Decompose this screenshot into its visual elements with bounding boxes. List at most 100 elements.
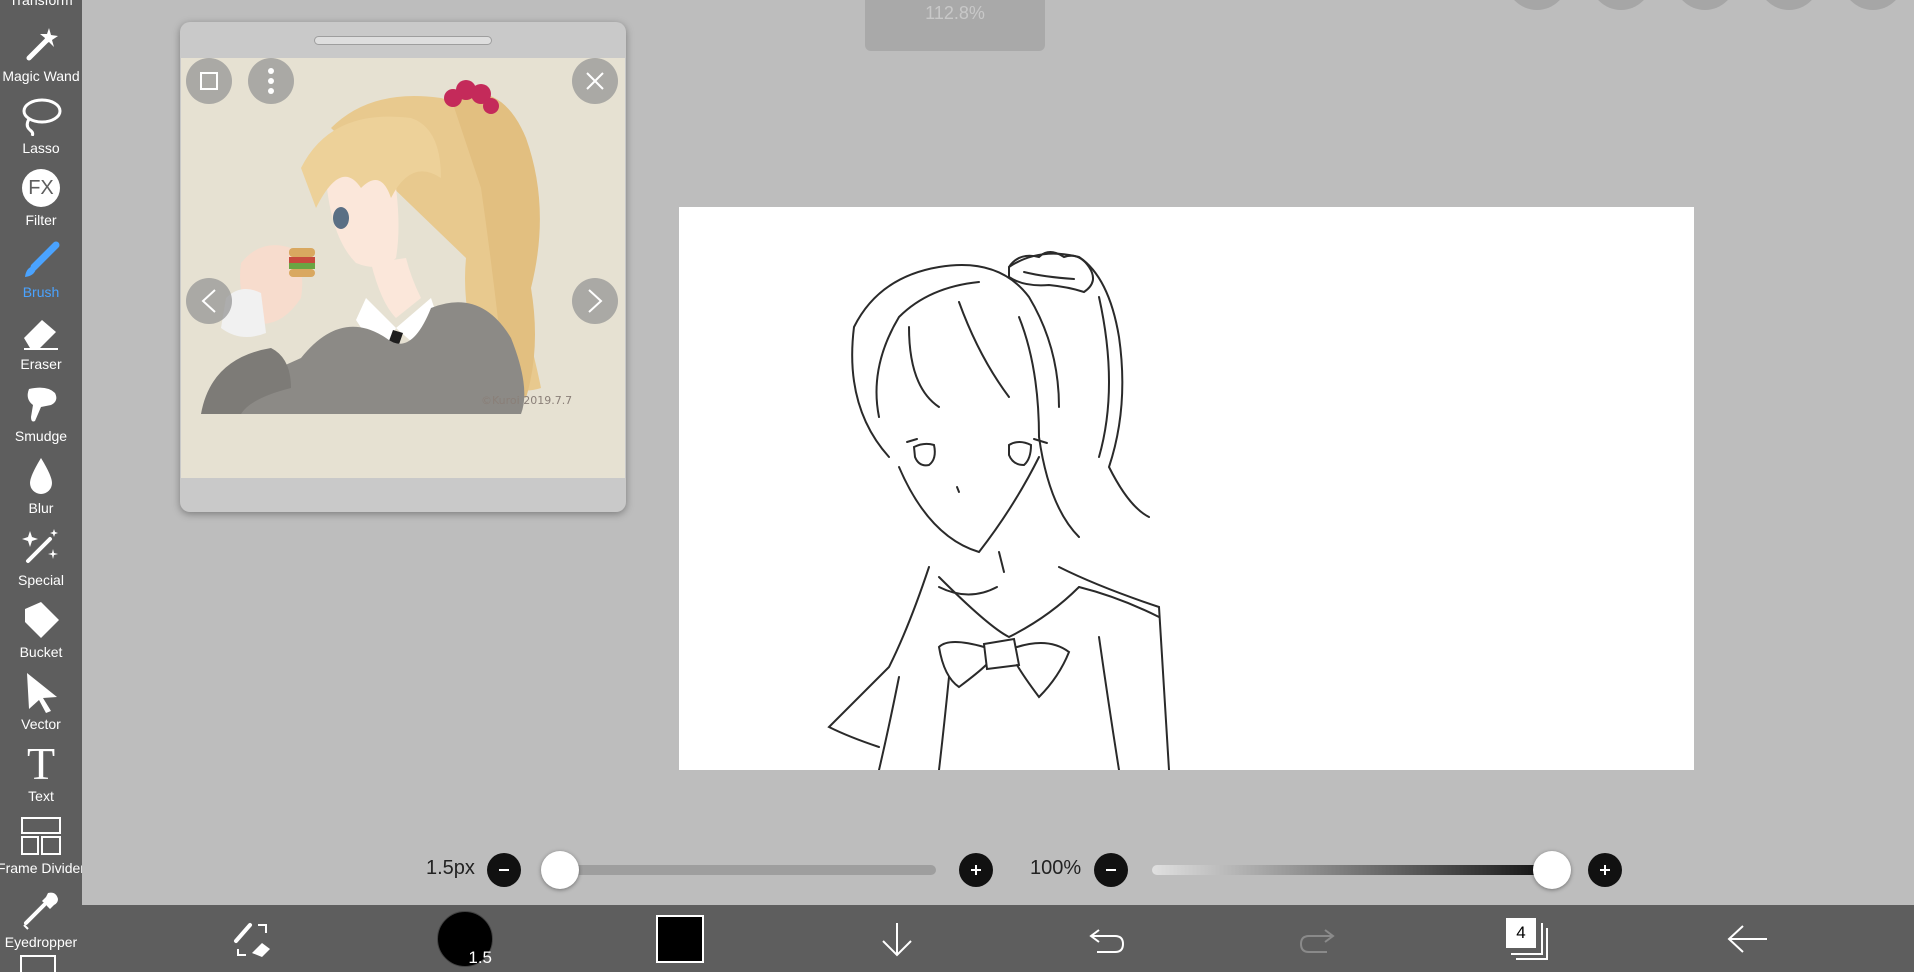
- bucket-icon: [19, 598, 63, 642]
- tool-bucket[interactable]: Bucket: [0, 588, 82, 660]
- layer-partial-icon[interactable]: [20, 955, 56, 972]
- reference-image: ©Kuroi 2019.7.7: [181, 58, 625, 478]
- brush-size-badge: 1.5: [468, 947, 492, 967]
- smudge-icon: [19, 382, 63, 426]
- brush-size-preview-button[interactable]: 1.5: [437, 905, 493, 972]
- tool-label: Filter: [25, 212, 57, 228]
- arrow-down-icon: [882, 922, 912, 956]
- eraser-icon: [19, 310, 63, 354]
- text-icon-glyph: T: [26, 738, 56, 789]
- tool-lasso[interactable]: Lasso: [0, 84, 82, 156]
- tool-text[interactable]: T Text: [0, 732, 82, 805]
- opacity-increase-button[interactable]: [1588, 853, 1622, 887]
- minus-icon: [1106, 869, 1116, 871]
- layers-button[interactable]: 4: [1502, 905, 1552, 972]
- tool-filter[interactable]: FX Filter: [0, 156, 82, 228]
- tool-label: Text: [28, 788, 54, 804]
- vector-arrow-icon: [19, 670, 63, 714]
- top-menu-button[interactable]: [1674, 0, 1736, 10]
- brush-size-decrease-button[interactable]: [487, 853, 521, 887]
- reference-window-drag-handle[interactable]: [314, 36, 492, 45]
- brush-size-slider-track[interactable]: [548, 865, 936, 875]
- tool-label: Eyedropper: [4, 934, 78, 950]
- reference-prev-button[interactable]: [186, 278, 232, 324]
- reference-close-button[interactable]: [572, 58, 618, 104]
- layers-icon: 4: [1506, 917, 1548, 960]
- tool-label: Vector: [21, 716, 61, 732]
- brush-icon: [19, 238, 63, 282]
- chevron-left-icon: [201, 289, 216, 313]
- brush-eraser-swap-icon: [234, 922, 270, 957]
- reference-next-button[interactable]: [572, 278, 618, 324]
- top-menu-button[interactable]: [1758, 0, 1820, 10]
- tool-frame-divider[interactable]: Frame Divider: [0, 804, 82, 876]
- drawing-canvas[interactable]: [679, 207, 1694, 771]
- brush-size-slider-knob[interactable]: [540, 851, 579, 889]
- tool-eraser[interactable]: Eraser: [0, 300, 82, 372]
- plus-icon: [971, 865, 981, 875]
- top-menu-button[interactable]: [1506, 0, 1568, 10]
- layer-count: 4: [1506, 917, 1536, 948]
- fx-icon-text: FX: [22, 169, 60, 207]
- reference-signature: ©Kuroi 2019.7.7: [481, 394, 572, 407]
- tool-label: Magic Wand: [2, 68, 80, 84]
- tool-sidebar: Transform Magic Wand Lasso FX Filter Bru…: [0, 0, 82, 972]
- reference-fit-button[interactable]: [186, 58, 232, 104]
- plus-icon: [1600, 865, 1610, 875]
- square-icon: [200, 72, 218, 90]
- opacity-slider-knob[interactable]: [1533, 851, 1571, 889]
- opacity-decrease-button[interactable]: [1094, 853, 1128, 887]
- opacity-slider-track[interactable]: [1152, 865, 1552, 875]
- fx-icon: FX: [19, 166, 63, 210]
- undo-icon: [1089, 928, 1125, 953]
- tool-label: Smudge: [14, 428, 68, 444]
- zoom-indicator: 112.8%: [865, 0, 1045, 51]
- tool-brush[interactable]: Brush: [0, 228, 82, 300]
- undo-button[interactable]: [1082, 905, 1132, 972]
- minus-icon: [499, 869, 509, 871]
- tool-magic-wand[interactable]: Magic Wand: [0, 12, 82, 84]
- tool-eyedropper[interactable]: Eyedropper: [0, 878, 82, 950]
- blur-drop-icon: [19, 454, 63, 498]
- opacity-value: 100%: [1030, 857, 1082, 879]
- arrow-left-icon: [1727, 924, 1767, 953]
- special-sparkle-icon: [19, 526, 63, 570]
- zoom-text: 112.8%: [925, 3, 985, 23]
- quick-tool-swap-button[interactable]: [222, 905, 282, 972]
- sketch-drawing: [827, 251, 1170, 771]
- tool-blur[interactable]: Blur: [0, 444, 82, 516]
- back-button[interactable]: [1722, 905, 1772, 972]
- tool-label: Lasso: [22, 140, 60, 156]
- tool-label-transform[interactable]: Transform: [0, 0, 82, 8]
- menu-down-button[interactable]: [872, 905, 922, 972]
- top-menu-button[interactable]: [1842, 0, 1904, 10]
- tool-label: Special: [18, 572, 64, 588]
- reference-window[interactable]: ©Kuroi 2019.7.7: [180, 22, 626, 512]
- chevron-right-icon: [588, 289, 603, 313]
- magic-wand-icon: [19, 22, 63, 66]
- bottom-toolbar: 1.5 4: [82, 905, 1914, 972]
- frame-divider-icon: [19, 814, 63, 858]
- tool-vector[interactable]: Vector: [0, 660, 82, 732]
- tool-label: Eraser: [20, 356, 62, 372]
- close-icon: [586, 72, 604, 90]
- tool-label: Bucket: [19, 644, 63, 660]
- eyedropper-icon: [19, 888, 63, 932]
- tool-label: Blur: [28, 500, 54, 516]
- lasso-icon: [19, 94, 63, 138]
- tool-smudge[interactable]: Smudge: [0, 372, 82, 444]
- current-color-swatch: [656, 914, 704, 963]
- brush-size-value: 1.5px: [426, 857, 475, 879]
- color-picker-button[interactable]: [654, 905, 706, 972]
- redo-icon: [1299, 928, 1335, 953]
- tool-special[interactable]: Special: [0, 516, 82, 588]
- text-icon: T: [19, 738, 63, 789]
- more-vertical-icon: [268, 68, 274, 94]
- reference-menu-button[interactable]: [248, 58, 294, 104]
- tool-label: Brush: [22, 284, 60, 300]
- top-menu-button[interactable]: [1590, 0, 1652, 10]
- tool-label: Frame Divider: [0, 860, 82, 876]
- redo-button[interactable]: [1292, 905, 1342, 972]
- brush-size-circle: 1.5: [437, 910, 493, 967]
- brush-size-increase-button[interactable]: [959, 853, 993, 887]
